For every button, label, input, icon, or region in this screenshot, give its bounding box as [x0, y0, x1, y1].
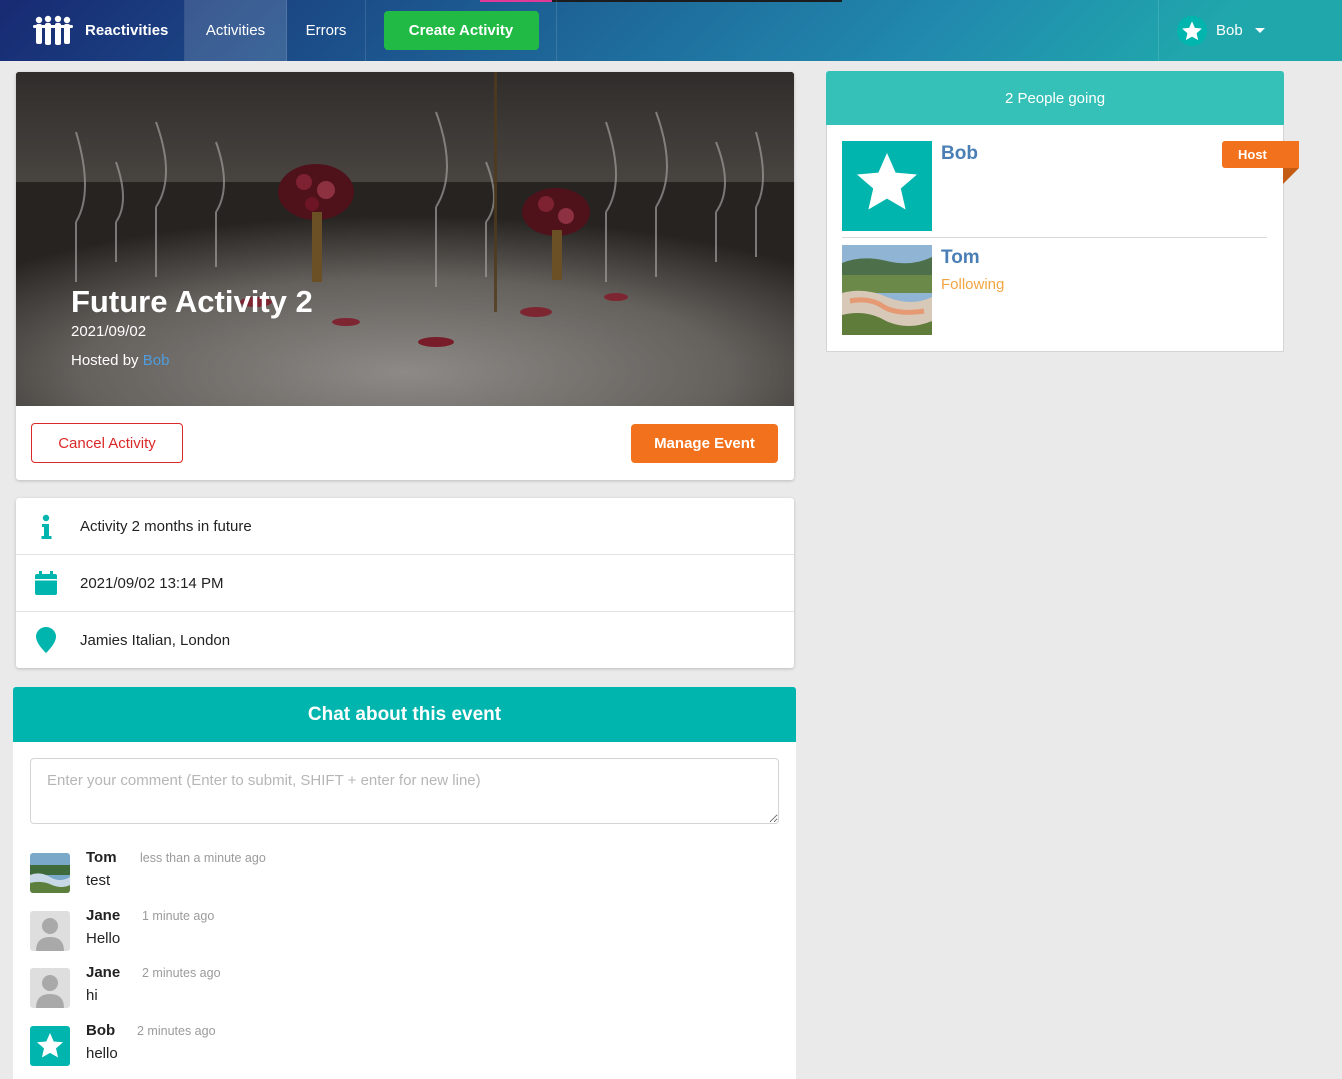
- comment-input[interactable]: [30, 758, 779, 824]
- navbar: Reactivities Activities Errors Create Ac…: [0, 0, 1342, 61]
- nav-activities[interactable]: Activities: [185, 0, 287, 61]
- logo-icon: [33, 15, 73, 45]
- comment-time: 2 minutes ago: [142, 966, 221, 980]
- comment-author[interactable]: Jane: [86, 964, 120, 981]
- detail-description-text: Activity 2 months in future: [80, 518, 252, 535]
- attendees-list: Bob Tom Following: [826, 125, 1284, 352]
- attendee-name[interactable]: Tom: [941, 247, 980, 269]
- manage-event-button[interactable]: Manage Event: [631, 424, 778, 463]
- landscape-avatar[interactable]: [30, 853, 70, 893]
- create-activity-button[interactable]: Create Activity: [383, 11, 539, 50]
- create-activity-wrapper: Create Activity: [366, 0, 557, 61]
- activity-date: 2021/09/02: [71, 323, 147, 340]
- detail-description: Activity 2 months in future: [16, 498, 794, 555]
- info-icon: [33, 514, 59, 540]
- hosted-by-label: Hosted by: [71, 352, 139, 369]
- activity-header: Future Activity 2 2021/09/02 Hosted by B…: [16, 72, 794, 480]
- host-link[interactable]: Bob: [143, 352, 170, 369]
- user-placeholder-icon[interactable]: [30, 968, 70, 1008]
- comment-time: 2 minutes ago: [137, 1024, 216, 1038]
- star-icon: [842, 141, 932, 231]
- host-badge: Host: [1222, 141, 1299, 168]
- comment-item: Bob 2 minutes ago hello: [30, 1022, 730, 1066]
- detail-venue: Jamies Italian, London: [16, 611, 794, 668]
- attendee-item: Bob: [842, 141, 1267, 231]
- cancel-activity-button[interactable]: Cancel Activity: [31, 423, 183, 463]
- map-marker-icon: [33, 627, 59, 653]
- comment-item: Jane 2 minutes ago hi: [30, 964, 730, 1008]
- chat-panel: Tom less than a minute ago test Jane 1 m…: [13, 742, 796, 1079]
- activity-title: Future Activity 2: [71, 284, 313, 319]
- nav-errors[interactable]: Errors: [287, 0, 366, 61]
- user-name: Bob: [1216, 22, 1243, 39]
- detail-venue-text: Jamies Italian, London: [80, 631, 231, 649]
- star-icon: [1177, 15, 1207, 46]
- chat-title: Chat about this event: [13, 687, 796, 742]
- comment-author[interactable]: Tom: [86, 849, 117, 866]
- divider: [842, 237, 1267, 238]
- comment-author[interactable]: Bob: [86, 1022, 115, 1039]
- comment-author[interactable]: Jane: [86, 907, 120, 924]
- comment-text: hi: [86, 987, 98, 1004]
- following-label: Following: [941, 276, 1005, 293]
- user-placeholder-icon[interactable]: [30, 911, 70, 951]
- caret-down-icon[interactable]: [1254, 28, 1265, 33]
- attendees-header: 2 People going: [826, 71, 1284, 125]
- user-menu[interactable]: Bob: [1158, 0, 1342, 61]
- hosted-by: Hosted by Bob: [71, 352, 313, 369]
- ribbon-fold: [1283, 168, 1299, 184]
- comment-time: less than a minute ago: [140, 851, 266, 865]
- comment-item: Jane 1 minute ago Hello: [30, 907, 730, 951]
- star-icon[interactable]: [30, 1026, 70, 1066]
- comment-text: hello: [86, 1045, 118, 1062]
- brand-link[interactable]: Reactivities: [17, 0, 185, 61]
- detail-date: 2021/09/02 13:14 PM: [16, 554, 794, 611]
- attendee-name[interactable]: Bob: [941, 143, 978, 165]
- activity-header-text: Future Activity 2 2021/09/02 Hosted by B…: [71, 282, 313, 369]
- brand-name: Reactivities: [85, 22, 169, 39]
- comment-text: test: [86, 872, 111, 889]
- landscape-avatar: [842, 245, 932, 335]
- comment-text: Hello: [86, 930, 121, 947]
- activity-image: Future Activity 2 2021/09/02 Hosted by B…: [16, 72, 794, 406]
- activity-details: Activity 2 months in future 2021/09/02 1…: [16, 498, 794, 668]
- calendar-icon: [33, 571, 59, 595]
- attendee-item: Tom Following: [842, 245, 1267, 335]
- comment-time: 1 minute ago: [142, 909, 215, 923]
- comment-item: Tom less than a minute ago test: [30, 849, 730, 893]
- detail-date-text: 2021/09/02 13:14 PM: [80, 574, 224, 592]
